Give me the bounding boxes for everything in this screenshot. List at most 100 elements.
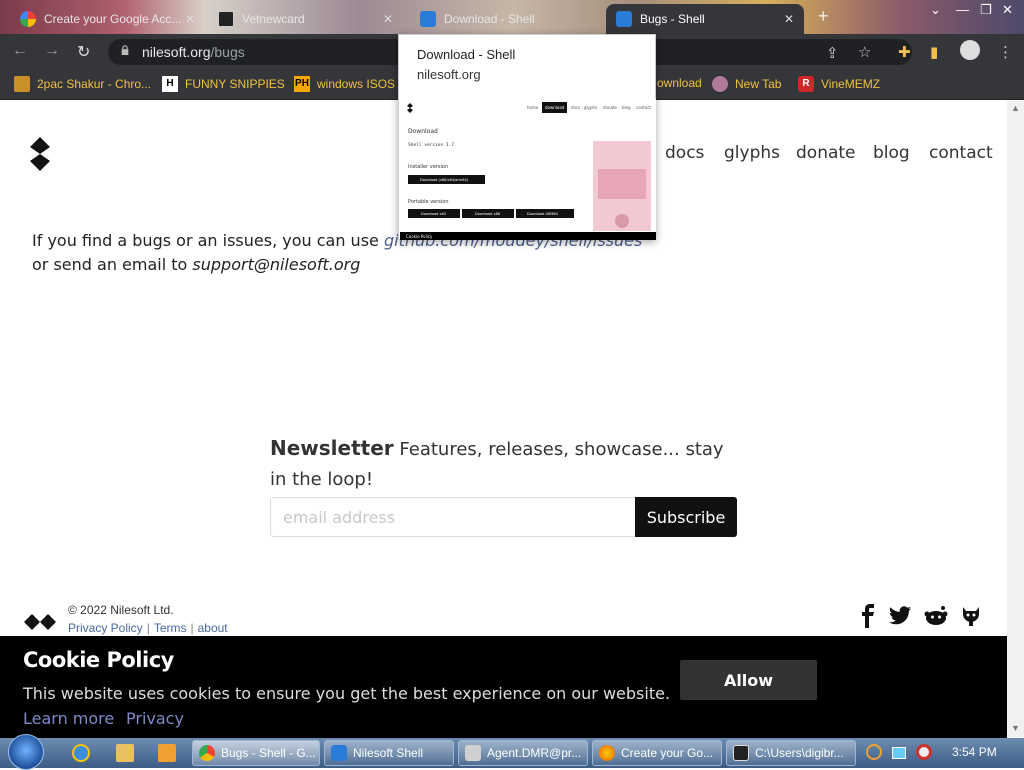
task-label: Nilesoft Shell [353,746,424,760]
preview-title: Download - Shell [417,47,516,62]
lock-icon [121,45,129,55]
menu-icon[interactable]: ⋮ [998,43,1013,61]
tab-search-icon[interactable]: ⌄ [930,2,941,18]
separator: | [146,621,150,635]
tab-google-account[interactable]: Create your Google Acc... ✕ [10,4,205,34]
bookmark-2pac[interactable]: 2pac Shakur - Chro... [14,76,151,92]
firefox-icon [599,745,615,761]
chrome-icon [199,745,215,761]
terms-link[interactable]: Terms [154,621,187,635]
reload-button[interactable]: ↻ [77,42,90,62]
network-icon[interactable] [892,747,906,759]
email-field[interactable] [270,497,636,537]
cookie-banner: Cookie Policy This website uses cookies … [0,636,1007,738]
reddit-icon[interactable] [924,604,948,628]
shell-icon [331,745,347,761]
support-email: support@nilesoft.org [192,255,361,274]
url-text: nilesoft.org/bugs [142,44,245,60]
preview-thumbnail: home download docs glyphs donate blog co… [400,99,656,240]
profile-avatar[interactable] [960,40,980,60]
bookmark-star-icon[interactable]: ☆ [858,43,871,61]
side-panel-icon[interactable]: ▮ [930,43,938,61]
nilesoft-footer-logo [24,614,56,630]
scroll-down-icon[interactable]: ▼ [1011,723,1020,733]
twitter-icon[interactable] [888,604,912,628]
thumb-portable-x86: Download x86 [475,212,500,216]
minimize-button[interactable]: — [956,2,969,17]
preview-host: nilesoft.org [417,67,481,82]
tab-label: Bugs - Shell [640,12,705,26]
task-nilesoft-shell[interactable]: Nilesoft Shell [324,740,454,766]
privacy-policy-link[interactable]: Privacy Policy [68,621,143,635]
bookmark-funny-snippies[interactable]: H FUNNY SNIPPIES [162,76,285,92]
bookmark-label: VineMEMZ [821,77,881,91]
task-chrome-bugs-shell[interactable]: Bugs - Shell - G... [192,740,320,766]
system-clock[interactable]: 3:54 PM [952,745,997,759]
forward-button[interactable]: → [44,42,60,60]
thumb-nav-donate: donate [603,105,618,110]
thumb-nav-blog: blog [622,105,631,110]
tab-bugs-shell[interactable]: Bugs - Shell ✕ [606,4,804,34]
search-tray-icon[interactable] [866,744,882,760]
task-label: Create your Go... [621,746,714,760]
start-button[interactable] [8,734,44,770]
tab-hover-preview: Download - Shell nilesoft.org home downl… [398,34,656,240]
new-tab-button[interactable]: + [818,6,829,27]
nav-docs[interactable]: docs [665,143,704,163]
tray-app-icon[interactable] [916,744,932,760]
folder-icon[interactable] [116,744,134,762]
task-label: Agent.DMR@pr... [487,746,582,760]
task-label: Bugs - Shell - G... [221,746,316,760]
extensions-icon[interactable]: ✚ [898,43,911,61]
url-path: /bugs [210,44,245,60]
close-icon[interactable]: ✕ [784,12,794,26]
back-button[interactable]: ← [12,42,28,60]
nilesoft-logo[interactable] [28,137,52,171]
task-firefox-create[interactable]: Create your Go... [592,740,722,766]
tab-label: Vetnewcard [242,12,305,26]
nav-glyphs[interactable]: glyphs [724,143,780,163]
learn-more-link[interactable]: Learn more [23,709,114,728]
shell-icon [616,11,632,27]
bookmark-windows-isos[interactable]: PH windows ISOS [294,76,395,92]
thumb-installer-button: Download (x86/x64/arm64) [420,178,469,182]
tab-download-shell[interactable]: Download - Shell [410,4,605,34]
privacy-link[interactable]: Privacy [126,709,184,728]
task-agent-dmr[interactable]: Agent.DMR@pr... [458,740,588,766]
share-icon[interactable]: ⇪ [826,44,839,62]
cookie-title: Cookie Policy [23,648,174,672]
thumb-cookie: Cookie Policy [406,234,433,239]
maximize-button[interactable]: ❐ [980,2,992,18]
thumb-heading: Download [408,128,438,135]
nav-donate[interactable]: donate [796,143,856,163]
bookmark-label: New Tab [735,77,782,91]
bookmark-new-tab[interactable]: New Tab [712,76,781,92]
internet-explorer-icon[interactable] [72,744,90,762]
github-icon[interactable] [959,604,983,628]
task-label: C:\Users\digibr... [755,746,844,760]
bookmark-download[interactable]: ownload [657,76,702,90]
allow-cookies-button[interactable]: Allow [680,660,817,700]
close-icon[interactable]: ✕ [383,12,393,26]
close-icon[interactable]: ✕ [185,12,195,26]
nav-contact[interactable]: contact [929,143,993,163]
tab-vetnewcard[interactable]: Vetnewcard ✕ [208,4,403,34]
facebook-icon[interactable] [856,604,880,628]
nav-blog[interactable]: blog [873,143,910,163]
subscribe-button[interactable]: Subscribe [635,497,737,537]
page-scrollbar[interactable]: ▲ ▼ [1007,101,1024,738]
media-player-icon[interactable] [158,744,176,762]
window-icon [465,745,481,761]
close-window-button[interactable]: ✕ [1002,2,1013,18]
thumb-version: Shell version 1.7 [408,142,454,148]
bookmark-vinememz[interactable]: R VineMEMZ [798,76,880,92]
tab-label: Create your Google Acc... [44,12,182,26]
about-link[interactable]: about [198,621,228,635]
task-7zip-users[interactable]: C:\Users\digibr... [726,740,856,766]
google-icon [20,11,36,27]
r-icon: R [798,76,814,92]
scroll-up-icon[interactable]: ▲ [1011,103,1020,113]
7zip-icon [733,745,749,761]
bookmark-icon [14,76,30,92]
browser-tab-strip: Create your Google Acc... ✕ Vetnewcard ✕… [0,0,1024,34]
